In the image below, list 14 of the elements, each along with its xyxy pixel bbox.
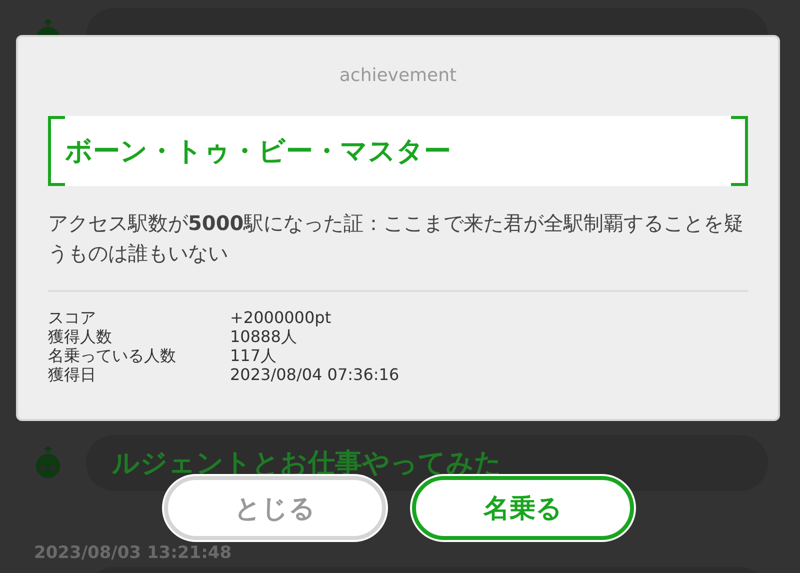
stat-value: 10888人: [230, 327, 298, 346]
stat-value: 2023/08/04 07:36:16: [230, 365, 400, 384]
claim-button[interactable]: 名乗る: [412, 476, 634, 540]
stat-label: 獲得日: [48, 365, 97, 384]
achievement-description: アクセス駅数が5000駅になった証：ここまで来た君が全駅制覇することを疑うものは誰もいない: [48, 210, 745, 267]
close-button[interactable]: とじる: [164, 476, 386, 540]
dialog-header: achievement: [339, 65, 457, 86]
stat-label: 名乗っている人数: [48, 346, 177, 365]
stat-label: 獲得人数: [48, 327, 113, 346]
stat-value: 117人: [230, 346, 278, 365]
stat-label: スコア: [48, 308, 97, 327]
stat-value: +2000000pt: [230, 308, 332, 327]
character-icon: [34, 446, 62, 480]
achievement-name: ボーン・トゥ・ビー・マスター: [65, 135, 451, 169]
